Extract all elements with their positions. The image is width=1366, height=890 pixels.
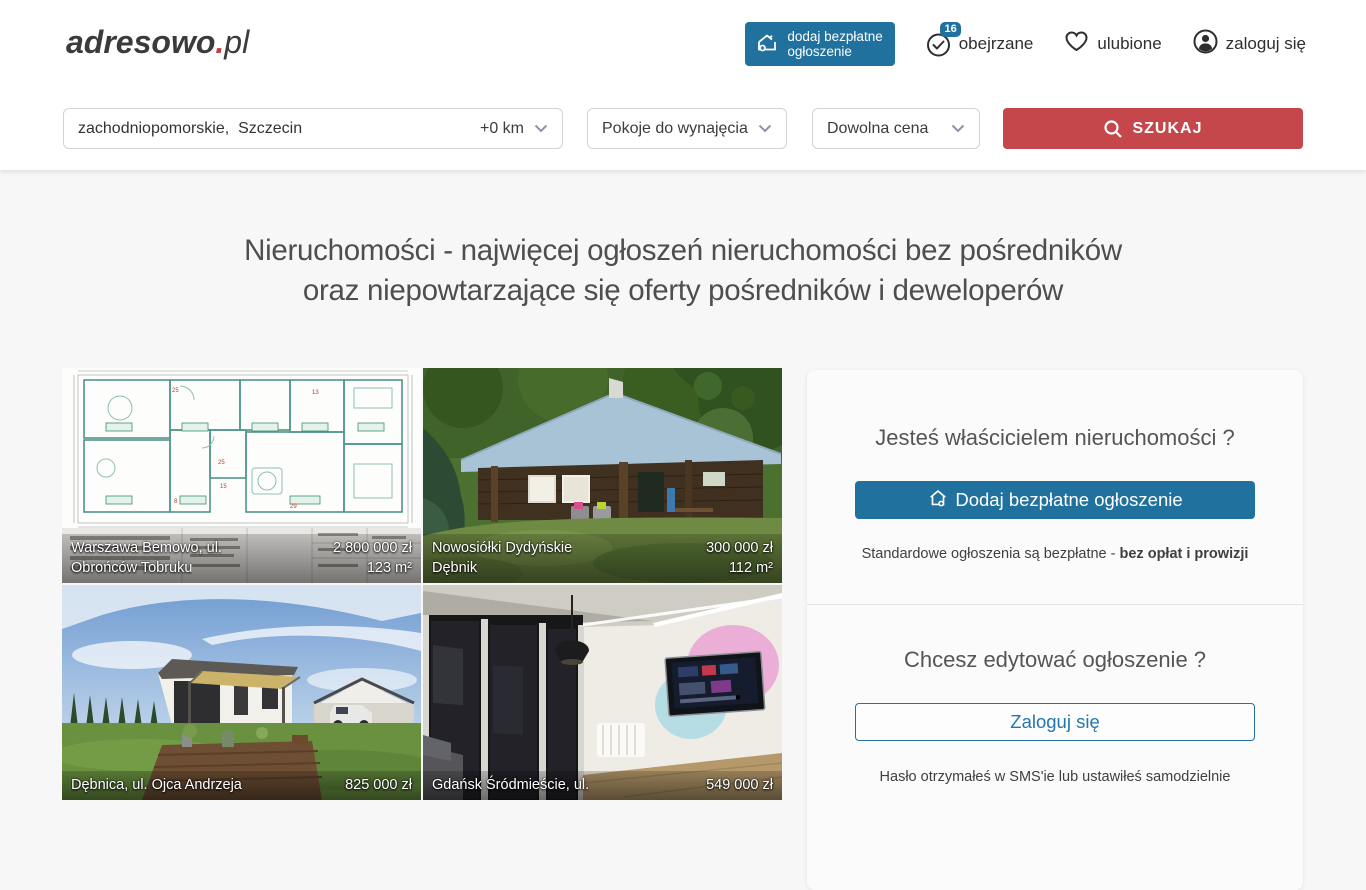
house-plus-icon	[755, 31, 779, 58]
search-button[interactable]: SZUKAJ	[1003, 108, 1303, 149]
search-button-label: SZUKAJ	[1132, 120, 1202, 138]
listing-price: 2 800 000 zł	[333, 538, 412, 558]
listing-caption: Nowosiółki Dydyńskie 300 000 zł Dębnik 1…	[423, 534, 782, 583]
listing-price: 300 000 zł	[706, 538, 773, 558]
header-actions: dodaj bezpłatne ogłoszenie 16 obejrzane …	[745, 22, 1306, 66]
price-select[interactable]: Dowolna cena	[812, 108, 980, 149]
listing-price: 549 000 zł	[706, 775, 773, 795]
listings-grid: 251325 15298 Warszawa Bemowo, ul. 2 800 …	[62, 368, 783, 800]
owner-section: Jesteś właścicielem nieruchomości ? Doda…	[807, 370, 1303, 562]
viewed-link[interactable]: 16 obejrzane	[925, 31, 1034, 58]
location-input[interactable]	[64, 120, 480, 138]
listing-location-2: Obrońców Tobruku	[71, 558, 192, 578]
login-link[interactable]: zaloguj się	[1192, 28, 1306, 60]
listing-caption: Dębnica, ul. Ojca Andrzeja 825 000 zł	[62, 771, 421, 800]
search-bar: +0 km Pokoje do wynajęcia Dowolna cena S…	[63, 108, 1303, 149]
chevron-down-icon	[758, 124, 772, 133]
listing-price: 825 000 zł	[345, 775, 412, 795]
login-label: zaloguj się	[1226, 34, 1306, 54]
search-icon	[1103, 119, 1123, 139]
listing-caption: Warszawa Bemowo, ul. 2 800 000 zł Obrońc…	[62, 534, 421, 583]
house-plus-icon	[927, 487, 949, 514]
page-title: Nieruchomości - najwięcej ogłoszeń nieru…	[0, 231, 1366, 311]
radius-value: +0 km	[480, 120, 524, 138]
svg-text:15: 15	[220, 484, 227, 490]
favorites-label: ulubione	[1097, 34, 1161, 54]
listing-area: 123 m²	[367, 558, 412, 578]
viewed-badge: 16	[940, 22, 960, 37]
radius-select[interactable]: +0 km	[480, 120, 562, 138]
owner-title: Jesteś właścicielem nieruchomości ?	[807, 370, 1303, 451]
svg-text:25: 25	[218, 460, 225, 466]
logo-text: adresowo	[66, 24, 215, 60]
sidebar-add-listing-button[interactable]: Dodaj bezpłatne ogłoszenie	[855, 481, 1255, 519]
user-circle-icon	[1192, 28, 1219, 60]
listing-location: Nowosiółki Dydyńskie	[432, 538, 572, 558]
svg-text:13: 13	[312, 390, 319, 396]
favorites-link[interactable]: ulubione	[1063, 28, 1161, 60]
listing-area: 112 m²	[729, 558, 773, 578]
site-header: adresowo.pl dodaj bezpłatne ogłoszenie	[0, 0, 1366, 170]
heart-icon	[1063, 28, 1090, 60]
property-type-value: Pokoje do wynajęcia	[602, 120, 748, 138]
listing-location: Warszawa Bemowo, ul.	[71, 538, 222, 558]
price-value: Dowolna cena	[827, 120, 928, 138]
edit-section: Chcesz edytować ogłoszenie ? Zaloguj się…	[807, 605, 1303, 785]
listing-caption: Gdańsk Śródmieście, ul. 549 000 zł	[423, 771, 782, 800]
svg-text:25: 25	[172, 388, 179, 394]
logo-tld: pl	[224, 24, 249, 60]
edit-title: Chcesz edytować ogłoszenie ?	[807, 605, 1303, 673]
listing-location: Gdańsk Śródmieście, ul.	[432, 775, 589, 795]
add-listing-button[interactable]: dodaj bezpłatne ogłoszenie	[745, 22, 894, 66]
sidebar-login-label: Zaloguj się	[1010, 711, 1099, 733]
site-logo[interactable]: adresowo.pl	[66, 24, 249, 61]
sidebar-panel: Jesteś właścicielem nieruchomości ? Doda…	[807, 370, 1303, 890]
listing-location: Dębnica, ul. Ojca Andrzeja	[71, 775, 242, 795]
listing-card[interactable]: 251325 15298 Warszawa Bemowo, ul. 2 800 …	[62, 368, 421, 583]
sidebar-login-button[interactable]: Zaloguj się	[855, 703, 1255, 741]
property-type-select[interactable]: Pokoje do wynajęcia	[587, 108, 787, 149]
edit-note: Hasło otrzymałeś w SMS'ie lub ustawiłeś …	[807, 769, 1303, 785]
sidebar-add-listing-label: Dodaj bezpłatne ogłoszenie	[955, 489, 1182, 511]
chevron-down-icon	[951, 124, 965, 133]
viewed-label: obejrzane	[959, 34, 1034, 54]
listing-card[interactable]: Nowosiółki Dydyńskie 300 000 zł Dębnik 1…	[423, 368, 782, 583]
check-circle-icon: 16	[925, 31, 952, 58]
chevron-down-icon	[534, 124, 548, 133]
logo-dot: .	[215, 24, 224, 60]
owner-note: Standardowe ogłoszenia są bezpłatne - be…	[807, 546, 1303, 562]
location-field: +0 km	[63, 108, 563, 149]
svg-text:29: 29	[290, 504, 297, 510]
add-listing-label: dodaj bezpłatne ogłoszenie	[787, 29, 882, 59]
listing-location-2: Dębnik	[432, 558, 477, 578]
